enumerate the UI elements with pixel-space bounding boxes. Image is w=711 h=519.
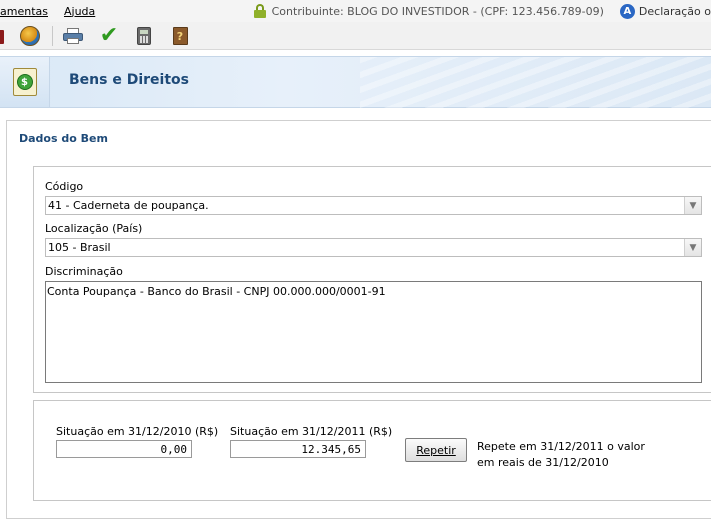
contribuinte-text: Contribuinte: BLOG DO INVESTIDOR - (CPF:… bbox=[271, 4, 604, 18]
help-book-button[interactable]: ? bbox=[169, 25, 191, 47]
print-button[interactable] bbox=[62, 25, 84, 47]
codigo-select[interactable]: 41 - Caderneta de poupança. ▼ bbox=[45, 196, 702, 215]
print-icon bbox=[63, 28, 83, 44]
localizacao-value: 105 - Brasil bbox=[48, 241, 111, 254]
toolbar: ✔ ? bbox=[0, 22, 711, 50]
page-header: $ Bens e Direitos bbox=[0, 56, 711, 109]
globe-button[interactable] bbox=[19, 25, 41, 47]
situacao-2011-label: Situação em 31/12/2011 (R$) bbox=[230, 425, 393, 438]
toolbar-separator bbox=[52, 26, 53, 46]
values-group: Situação em 31/12/2010 (R$) 0,00 Situaçã… bbox=[33, 400, 711, 501]
chevron-down-icon[interactable]: ▼ bbox=[684, 239, 701, 256]
chevron-down-icon[interactable]: ▼ bbox=[684, 197, 701, 214]
discriminacao-textarea[interactable]: Conta Poupança - Banco do Brasil - CNPJ … bbox=[45, 281, 702, 383]
localizacao-select[interactable]: 105 - Brasil ▼ bbox=[45, 238, 702, 257]
red-icon bbox=[0, 30, 4, 44]
declaracao-icon: A bbox=[619, 3, 635, 19]
money-icon: $ bbox=[12, 68, 37, 96]
check-icon: ✔ bbox=[99, 23, 119, 48]
banner-icon-box: $ bbox=[0, 57, 50, 107]
codigo-label: Código bbox=[45, 180, 84, 193]
repetir-label: Repetir bbox=[416, 443, 456, 457]
repete-note-line1: Repete em 31/12/2011 o valor bbox=[477, 440, 645, 453]
calculator-button[interactable] bbox=[133, 25, 155, 47]
repetir-button[interactable]: Repetir bbox=[405, 438, 467, 462]
localizacao-label: Localização (País) bbox=[45, 222, 143, 235]
main-panel: Dados do Bem Código 41 - Caderneta de po… bbox=[6, 120, 711, 519]
menu-ferramentas-label: amentas bbox=[0, 4, 48, 18]
menu-ajuda[interactable]: Ajuda bbox=[64, 5, 101, 18]
status-area: Contribuinte: BLOG DO INVESTIDOR - (CPF:… bbox=[253, 0, 711, 22]
declaracao-text: Declaração o bbox=[638, 4, 711, 18]
check-button[interactable]: ✔ bbox=[98, 25, 120, 47]
repete-note-line2: em reais de 31/12/2010 bbox=[477, 456, 609, 469]
page-title: Bens e Direitos bbox=[69, 72, 189, 88]
asset-details-group: Código 41 - Caderneta de poupança. ▼ Loc… bbox=[33, 166, 711, 393]
coin-glyph: $ bbox=[16, 74, 33, 90]
help-book-icon: ? bbox=[172, 27, 188, 45]
banner-decoration bbox=[360, 57, 711, 109]
lock-icon bbox=[253, 4, 266, 18]
repete-note: Repete em 31/12/2011 o valor em reais de… bbox=[477, 439, 645, 471]
situacao-2010-input[interactable]: 0,00 bbox=[56, 440, 192, 458]
situacao-2010-label: Situação em 31/12/2010 (R$) bbox=[56, 425, 219, 438]
section-title: Dados do Bem bbox=[19, 132, 108, 145]
discriminacao-label: Discriminação bbox=[45, 265, 123, 278]
situacao-2011-input[interactable]: 12.345,65 bbox=[230, 440, 366, 458]
menu-ferramentas[interactable]: amentas bbox=[0, 5, 54, 18]
calculator-icon bbox=[137, 27, 151, 45]
codigo-value: 41 - Caderneta de poupança. bbox=[48, 199, 209, 212]
globe-icon bbox=[20, 26, 40, 46]
menu-ajuda-label: Ajuda bbox=[63, 4, 96, 18]
